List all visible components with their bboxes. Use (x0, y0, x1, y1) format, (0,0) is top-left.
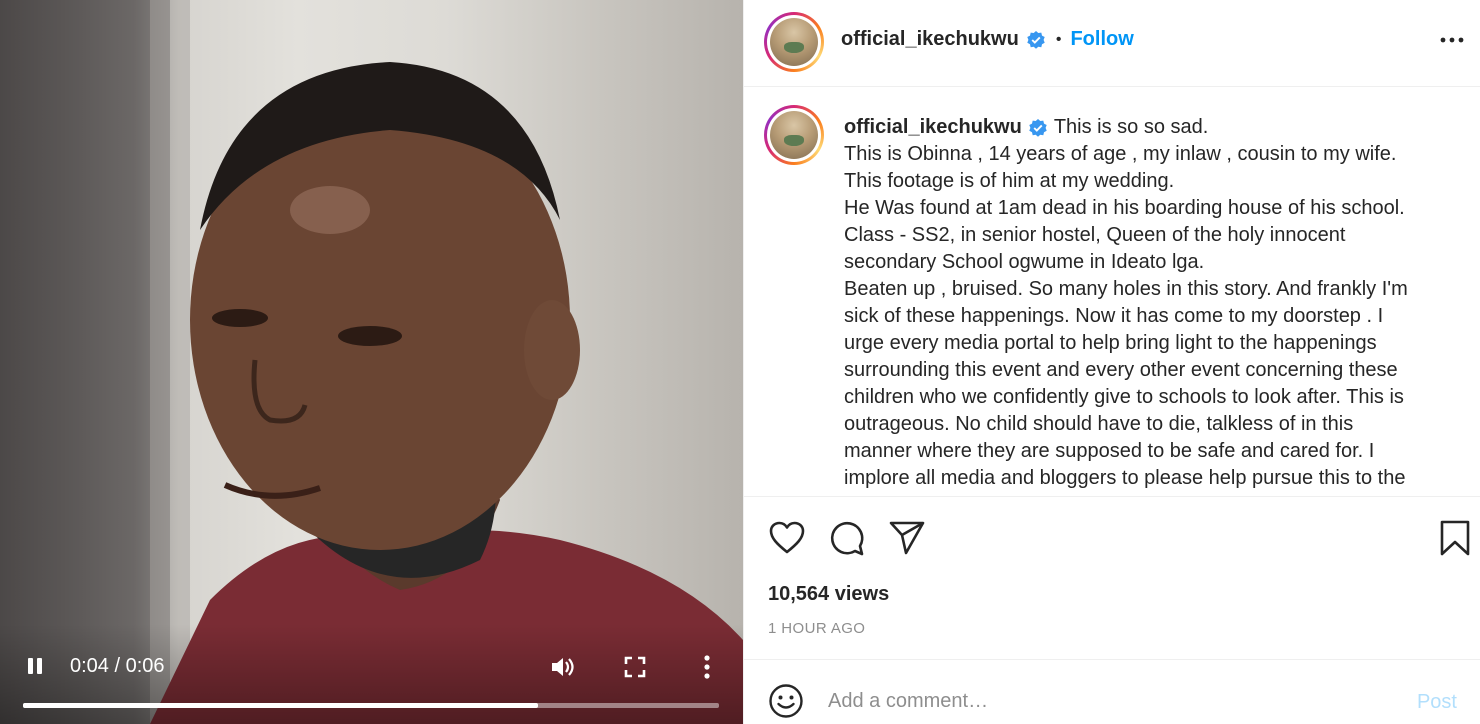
video-time: 0:04 / 0:06 (70, 655, 165, 677)
verified-icon (1027, 30, 1045, 49)
caption-text: This is so so sad. (1053, 116, 1209, 138)
caption-line: Class - SS2, in senior hostel, Queen of … (844, 224, 1346, 246)
pause-icon (28, 658, 33, 674)
video-player[interactable]: 0:04 / 0:06 (0, 0, 743, 724)
share-icon (889, 521, 925, 555)
comment-bar: Post (744, 661, 1480, 724)
post-options-button[interactable] (1439, 30, 1465, 50)
comment-button[interactable] (828, 519, 866, 557)
pause-button[interactable] (24, 655, 46, 677)
post-actions: 10,564 views 1 HOUR AGO (744, 496, 1480, 660)
follow-button[interactable]: Follow (1070, 28, 1133, 51)
caption-username-link[interactable]: official_ikechukwu (844, 114, 1022, 141)
more-horizontal-icon (1440, 37, 1464, 43)
bookmark-icon (1440, 520, 1470, 556)
avatar-ring (767, 15, 821, 69)
avatar[interactable] (764, 12, 824, 72)
comment-input[interactable] (828, 686, 1388, 716)
view-count: 10,564 views (768, 583, 890, 605)
caption: official_ikechukwu This is so so sad. Th… (844, 114, 1454, 496)
video-progress-bar[interactable] (23, 703, 719, 708)
caption-line: surrounding this event and every other e… (844, 359, 1398, 381)
header-user-row: official_ikechukwu • Follow (841, 28, 1134, 51)
caption-first-line: official_ikechukwu This is so so sad. (844, 114, 1454, 141)
avatar-image (770, 18, 818, 66)
caption-line: outrageous. No child should have to die,… (844, 413, 1354, 435)
video-progress-fill (23, 703, 539, 708)
share-button[interactable] (888, 519, 926, 557)
caption-line: implore all media and bloggers to please… (844, 467, 1406, 489)
post-comment-button[interactable]: Post (1417, 691, 1457, 714)
username-link[interactable]: official_ikechukwu (841, 28, 1019, 51)
avatar-image (770, 111, 818, 159)
post-sidebar: official_ikechukwu • Follow official_ike… (743, 0, 1480, 724)
video-more-button[interactable] (698, 655, 716, 679)
like-button[interactable] (768, 519, 806, 557)
volume-button[interactable] (550, 655, 576, 679)
avatar-ring (767, 108, 821, 162)
heart-icon (769, 521, 805, 554)
caption-line: He Was found at 1am dead in his boarding… (844, 197, 1405, 219)
separator-dot: • (1055, 30, 1062, 48)
caption-line: secondary School ogwume in Ideato lga. (844, 251, 1205, 273)
save-button[interactable] (1436, 519, 1474, 557)
post-header: official_ikechukwu • Follow (744, 0, 1480, 87)
verified-icon (1029, 118, 1047, 137)
caption-line: manner where they are supposed to be saf… (844, 440, 1375, 462)
fullscreen-button[interactable] (624, 656, 646, 678)
caption-avatar[interactable] (764, 105, 824, 165)
caption-line: urge every media portal to help bring li… (844, 332, 1377, 354)
pause-icon-bar (37, 658, 42, 674)
post-timestamp[interactable]: 1 HOUR AGO (768, 620, 865, 637)
volume-icon (552, 658, 574, 676)
emoji-icon (769, 684, 803, 718)
caption-line: Beaten up , bruised. So many holes in th… (844, 278, 1408, 300)
caption-line: This is Obinna , 14 years of age , my in… (844, 143, 1397, 165)
caption-line: sick of these happenings. Now it has com… (844, 305, 1384, 327)
video-frame (0, 0, 743, 724)
emoji-button[interactable] (768, 683, 804, 719)
fullscreen-icon (624, 656, 646, 678)
caption-line: children who we confidently give to scho… (844, 386, 1404, 408)
comment-icon (830, 521, 864, 556)
caption-line: This footage is of him at my wedding. (844, 170, 1175, 192)
more-vertical-icon (704, 655, 710, 679)
